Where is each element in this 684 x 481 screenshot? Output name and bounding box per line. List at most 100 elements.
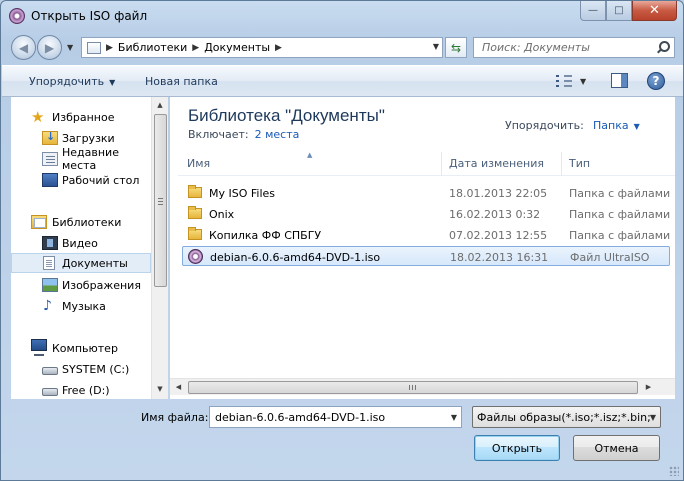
nav-item-video[interactable]: Видео bbox=[11, 233, 151, 253]
images-icon bbox=[42, 278, 58, 292]
breadcrumb-separator-icon[interactable]: ▶ bbox=[192, 43, 199, 53]
breadcrumb-separator-icon[interactable]: ▶ bbox=[275, 43, 282, 53]
column-header-date[interactable]: Дата изменения bbox=[449, 157, 544, 170]
file-date: 18.02.2013 16:31 bbox=[450, 251, 549, 264]
view-options-dropdown-icon[interactable]: ▼ bbox=[580, 77, 586, 86]
chevron-down-icon: ▼ bbox=[109, 78, 116, 87]
refresh-button[interactable]: ⇆ bbox=[445, 37, 467, 58]
music-icon: ♪ bbox=[43, 298, 52, 314]
column-headers: ▲ Имя Дата изменения Тип bbox=[178, 151, 675, 176]
desktop-icon bbox=[42, 173, 58, 187]
back-arrow-icon: ◀ bbox=[18, 40, 29, 55]
nav-vertical-scrollbar[interactable]: ▲ ▼ bbox=[151, 97, 168, 399]
nav-item-recent-places[interactable]: Недавние места bbox=[11, 146, 151, 172]
column-header-name[interactable]: Имя bbox=[187, 157, 210, 170]
column-header-type[interactable]: Тип bbox=[569, 157, 590, 170]
file-row[interactable]: My ISO Files 18.01.2013 22:05 Папка с фа… bbox=[182, 183, 670, 203]
nav-label: Компьютер bbox=[52, 341, 118, 355]
arrange-by-dropdown[interactable]: Папка ▼ bbox=[593, 119, 640, 132]
breadcrumb-separator-icon[interactable]: ▶ bbox=[106, 43, 113, 53]
file-row[interactable]: Onix 16.02.2013 0:32 Папка с файлами bbox=[182, 204, 670, 224]
minimize-button[interactable]: — bbox=[580, 1, 606, 21]
drive-icon bbox=[42, 388, 58, 396]
downloads-folder-icon bbox=[42, 130, 58, 145]
nav-label: Видео bbox=[62, 236, 98, 250]
recent-pages-dropdown[interactable]: ▼ bbox=[67, 43, 73, 52]
refresh-icon: ⇆ bbox=[450, 40, 462, 55]
breadcrumb-libraries[interactable]: Библиотеки bbox=[118, 41, 187, 54]
folder-icon bbox=[188, 227, 202, 240]
folder-icon bbox=[188, 206, 202, 219]
file-type: Папка с файлами bbox=[569, 187, 671, 200]
video-icon bbox=[42, 236, 58, 250]
cancel-button[interactable]: Отмена bbox=[573, 435, 660, 461]
file-row-selected[interactable]: debian-6.0.6-amd64-DVD-1.iso 18.02.2013 … bbox=[182, 246, 670, 266]
column-divider[interactable] bbox=[561, 152, 562, 176]
recent-places-icon bbox=[42, 152, 58, 166]
nav-item-drive-d[interactable]: Free (D:) bbox=[11, 380, 151, 400]
file-type: Папка с файлами bbox=[569, 229, 671, 242]
scroll-right-icon[interactable]: ▶ bbox=[640, 379, 657, 395]
file-name: Onix bbox=[209, 208, 235, 221]
file-type-filter[interactable]: Файлы образы(*.iso;*.isz;*.bin; ▼ bbox=[472, 406, 661, 428]
new-folder-button[interactable]: Новая папка bbox=[145, 75, 218, 88]
search-input[interactable]: Поиск: Документы bbox=[482, 41, 590, 54]
scroll-thumb[interactable] bbox=[188, 381, 638, 394]
nav-item-drive-c[interactable]: SYSTEM (C:) bbox=[11, 359, 151, 379]
nav-item-computer[interactable]: Компьютер bbox=[11, 338, 151, 358]
organize-label: Упорядочить bbox=[29, 75, 105, 88]
library-locations-link[interactable]: 2 места bbox=[255, 128, 300, 141]
file-date: 18.01.2013 22:05 bbox=[449, 187, 548, 200]
open-button[interactable]: Открыть bbox=[474, 435, 560, 461]
nav-label: Музыка bbox=[62, 299, 106, 313]
title-bar[interactable]: Открыть ISO файл — □ ✕ bbox=[1, 1, 683, 31]
filename-input[interactable]: debian-6.0.6-amd64-DVD-1.iso ▼ bbox=[209, 406, 462, 428]
close-button[interactable]: ✕ bbox=[632, 1, 677, 21]
change-view-icon[interactable] bbox=[556, 74, 572, 88]
nav-item-desktop[interactable]: Рабочий стол bbox=[11, 170, 151, 190]
window-controls: — □ ✕ bbox=[580, 1, 677, 21]
scroll-thumb[interactable] bbox=[154, 114, 167, 287]
libraries-icon bbox=[31, 215, 47, 229]
file-date: 07.02.2013 12:55 bbox=[449, 229, 548, 242]
search-icon[interactable] bbox=[657, 41, 670, 53]
horizontal-scrollbar[interactable]: ◀ ▶ bbox=[170, 378, 675, 395]
drive-icon bbox=[42, 367, 58, 375]
library-includes: Включает: 2 места bbox=[188, 128, 299, 141]
scroll-left-icon[interactable]: ◀ bbox=[170, 379, 187, 395]
forward-button[interactable]: ▶ bbox=[37, 35, 62, 60]
file-list-pane: Библиотека "Документы" Включает: 2 места … bbox=[170, 97, 675, 399]
nav-item-downloads[interactable]: Загрузки bbox=[11, 128, 151, 148]
filter-value: Файлы образы(*.iso;*.isz;*.bin; bbox=[477, 410, 651, 424]
back-button[interactable]: ◀ bbox=[11, 35, 36, 60]
file-type: Папка с файлами bbox=[569, 208, 671, 221]
folder-icon bbox=[188, 185, 202, 198]
maximize-button[interactable]: □ bbox=[606, 1, 632, 21]
documents-icon bbox=[43, 256, 55, 270]
ultraiso-app-icon bbox=[9, 8, 25, 24]
command-toolbar: Упорядочить ▼ Новая папка ▼ ? bbox=[2, 65, 683, 97]
history-buttons: ◀ ▶ bbox=[11, 35, 63, 61]
nav-item-favorites[interactable]: ★ Избранное bbox=[11, 107, 151, 127]
nav-item-libraries[interactable]: Библиотеки bbox=[11, 212, 151, 232]
organize-menu-button[interactable]: Упорядочить ▼ bbox=[29, 75, 115, 88]
chevron-down-icon[interactable]: ▼ bbox=[451, 413, 457, 422]
search-box[interactable]: Поиск: Документы bbox=[473, 37, 675, 58]
preview-pane-icon[interactable] bbox=[611, 73, 628, 88]
help-icon[interactable]: ? bbox=[647, 72, 665, 90]
address-bar[interactable]: ▶ Библиотеки ▶ Документы ▶ ▼ bbox=[81, 37, 443, 58]
scroll-down-icon[interactable]: ▼ bbox=[152, 381, 168, 397]
library-title: Библиотека "Документы" bbox=[188, 106, 385, 125]
address-history-dropdown-icon[interactable]: ▼ bbox=[433, 42, 439, 51]
resize-grip-icon[interactable] bbox=[669, 466, 679, 476]
navigation-pane: ★ Избранное Загрузки Недавние места Рабо… bbox=[11, 97, 168, 399]
nav-label: Библиотеки bbox=[52, 215, 122, 229]
nav-item-music[interactable]: ♪ Музыка bbox=[11, 296, 151, 316]
nav-item-images[interactable]: Изображения bbox=[11, 275, 151, 295]
file-row[interactable]: Копилка ФФ СПБГУ 07.02.2013 12:55 Папка … bbox=[182, 225, 670, 245]
chevron-down-icon: ▼ bbox=[633, 122, 640, 131]
column-divider[interactable] bbox=[441, 152, 442, 176]
nav-item-documents[interactable]: Документы bbox=[11, 253, 151, 273]
breadcrumb-documents[interactable]: Документы bbox=[204, 41, 270, 54]
scroll-up-icon[interactable]: ▲ bbox=[152, 97, 168, 113]
